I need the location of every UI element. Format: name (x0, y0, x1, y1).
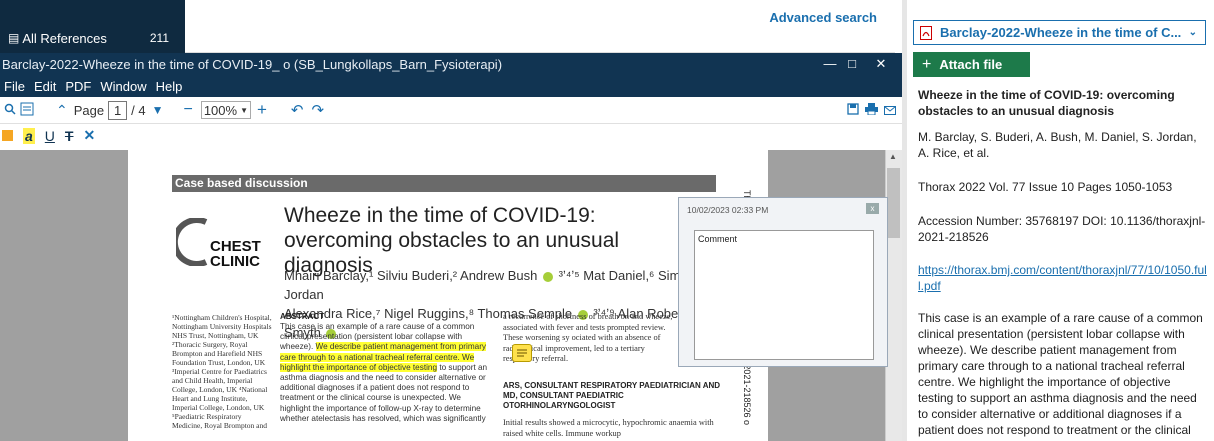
previous-page-icon[interactable]: ⌃ (56, 102, 68, 119)
search-icon[interactable] (4, 103, 16, 118)
comment-popup[interactable]: 10/02/2023 02:33 PM x Comment (678, 197, 888, 367)
notes-panel-icon[interactable] (20, 102, 34, 119)
menu-window[interactable]: Window (100, 79, 146, 94)
attachment-select[interactable]: Barclay-2022-Wheeze in the time of C... … (913, 20, 1206, 45)
body-text-col2: Initial results showed a microcytic, hyp… (503, 418, 714, 438)
rotate-left-icon[interactable]: ↶ (291, 101, 304, 119)
page-total: / 4 (131, 102, 146, 118)
attachment-select-label: Barclay-2022-Wheeze in the time of C... (940, 25, 1182, 40)
menu-pdf[interactable]: PDF (65, 79, 91, 94)
library-icon: ▤ (8, 31, 20, 45)
zoom-in-button[interactable]: + (257, 100, 267, 120)
menu-edit[interactable]: Edit (34, 79, 56, 94)
reference-journal: Thorax 2022 Vol. 77 Issue 10 Pages 1050-… (918, 180, 1173, 194)
chest-clinic-logo: CHEST CLINIC (176, 218, 271, 270)
abstract-heading: ABSTRACT (280, 312, 324, 321)
email-icon[interactable] (884, 103, 896, 118)
annotation-toolbar: a U T ✕ (0, 124, 902, 147)
pdf-file-icon (920, 25, 932, 40)
remove-annotation-icon[interactable]: ✕ (83, 127, 95, 144)
scroll-up-icon[interactable]: ▲ (889, 152, 897, 161)
comment-close-button[interactable]: x (866, 203, 879, 214)
reference-abstract: This case is an example of a rare cause … (918, 311, 1203, 437)
page-label: Page (73, 102, 105, 118)
menu-file[interactable]: File (4, 79, 25, 94)
chevron-down-icon: ▼ (240, 105, 248, 115)
page-number-input[interactable]: 1 (108, 100, 128, 120)
save-icon[interactable] (847, 102, 859, 118)
menu-bar: File Edit PDF Window Help (0, 75, 902, 97)
close-button[interactable]: ✕ (869, 53, 893, 75)
attach-file-label: Attach file (939, 57, 1003, 72)
pdf-window-title: Barclay-2022-Wheeze in the time of COVID… (2, 56, 503, 72)
next-page-icon[interactable]: ▼ (152, 103, 164, 117)
zoom-select[interactable]: 100% ▼ (200, 101, 251, 119)
orcid-icon[interactable] (542, 271, 553, 282)
comment-textarea[interactable]: Comment (694, 230, 874, 360)
print-icon[interactable] (865, 102, 878, 118)
abstract-text: This case is an example of a rare cause … (280, 322, 490, 424)
comment-timestamp: 10/02/2023 02:33 PM (687, 205, 769, 215)
pdf-window-titlebar[interactable]: Barclay-2022-Wheeze in the time of COVID… (0, 53, 902, 75)
highlight-icon[interactable]: a (23, 127, 35, 144)
minimize-button[interactable]: — (818, 53, 842, 75)
maximize-button[interactable]: □ (840, 53, 864, 75)
reference-accession: Accession Number: 35768197 DOI: 10.1136/… (918, 214, 1206, 244)
section-banner: Case based discussion (172, 175, 716, 192)
underline-icon[interactable]: U (45, 128, 55, 144)
plus-icon: + (922, 55, 932, 73)
authors-line1: Mhairi Barclay,¹ Silviu Buderi,² Andrew … (284, 268, 538, 283)
menu-help[interactable]: Help (156, 79, 183, 94)
comment-note-icon[interactable] (512, 344, 532, 362)
rotate-right-icon[interactable]: ↷ (312, 101, 325, 119)
reference-title: Wheeze in the time of COVID-19: overcomi… (918, 88, 1175, 118)
all-references-item[interactable]: ▤ All References 211 (0, 27, 185, 49)
strikethrough-icon[interactable]: T (65, 128, 74, 144)
chevron-down-icon: ⌄ (1188, 27, 1197, 38)
advanced-search-link[interactable]: Advanced search (769, 10, 877, 25)
pdf-toolbar: ⌃ Page 1 / 4 ▼ − 100% ▼ + ↶ ↷ (0, 97, 902, 124)
zoom-value: 100% (203, 102, 238, 118)
all-references-label: All References (22, 30, 107, 46)
all-references-count: 211 (149, 31, 169, 45)
body-heading: ARS, CONSULTANT RESPIRATORY PAEDIATRICIA… (503, 381, 721, 410)
sticky-note-icon[interactable] (2, 128, 13, 144)
scrollbar-thumb[interactable] (887, 168, 900, 238)
reference-url-link[interactable]: https://thorax.bmj.com/content/thoraxjnl… (918, 262, 1208, 294)
attach-file-button[interactable]: + Attach file (913, 52, 1030, 77)
reference-authors: M. Barclay, S. Buderi, A. Bush, M. Danie… (918, 130, 1197, 160)
zoom-out-button[interactable]: − (183, 101, 192, 119)
logo-text-line2: CLINIC (210, 253, 260, 270)
affiliations: ¹Nottingham Children's Hospital, Notting… (172, 313, 272, 430)
search-bar-area: Advanced search (185, 0, 895, 53)
